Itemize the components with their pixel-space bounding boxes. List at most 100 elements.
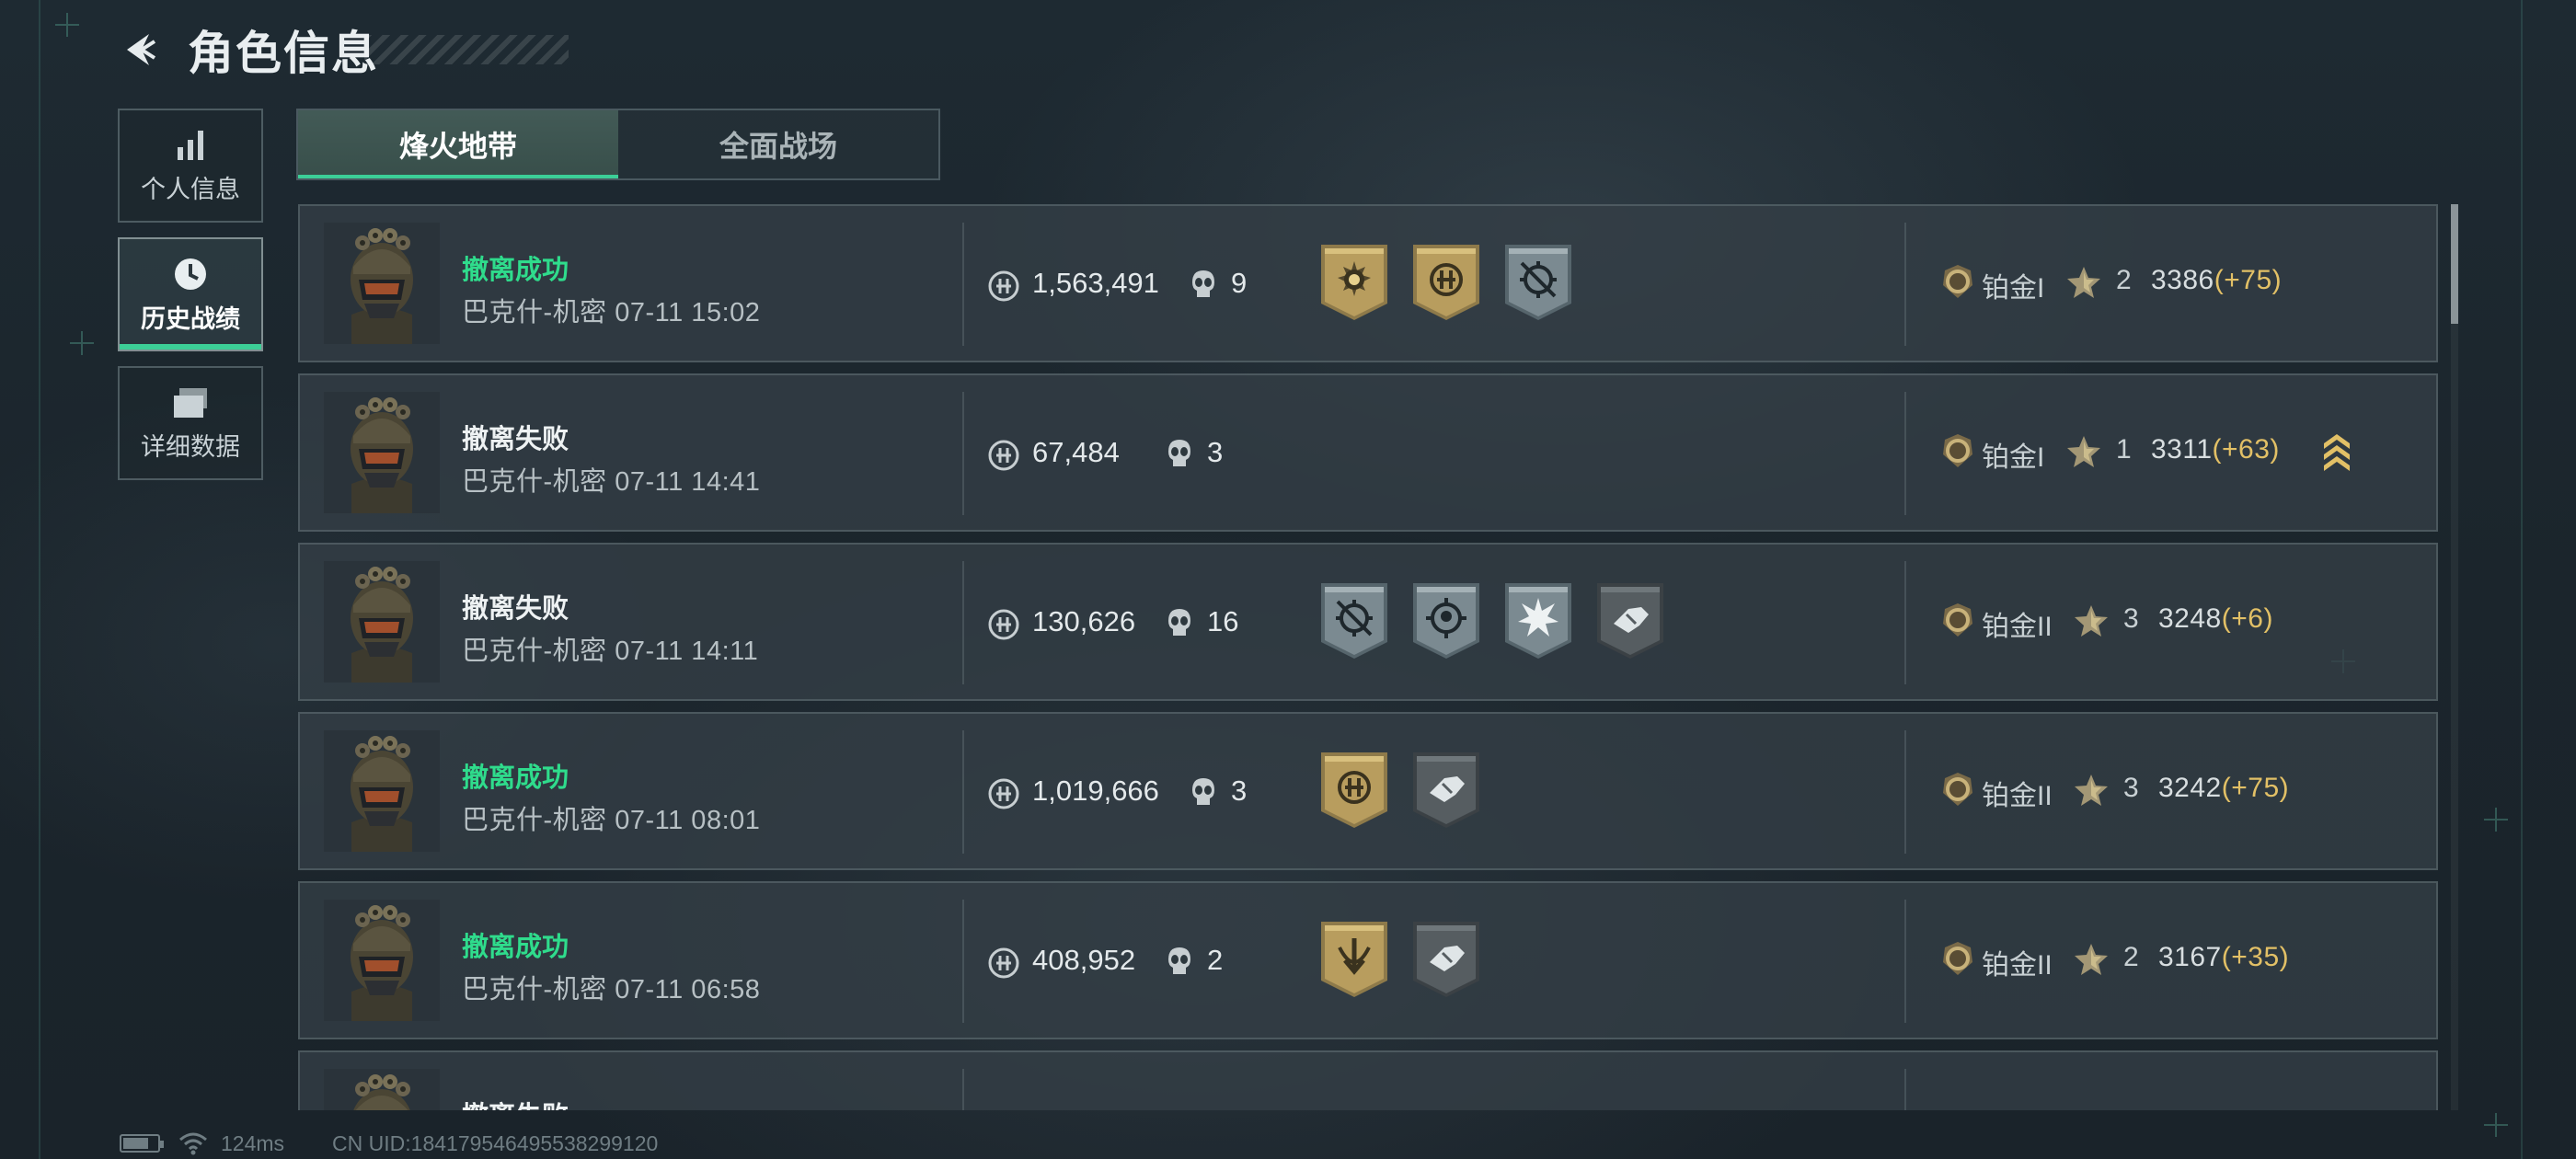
tab-beacon-zone[interactable]: 烽火地带 — [298, 110, 618, 178]
loot-value: 1,563,491 — [1032, 267, 1159, 299]
kill-count: 3 — [1207, 436, 1224, 468]
kill-count: 3 — [1231, 775, 1248, 807]
kill-count: 9 — [1231, 267, 1248, 299]
skull-icon — [1167, 607, 1192, 638]
divider — [1904, 900, 1906, 1023]
tab-full-battlefield[interactable]: 全面战场 — [618, 110, 938, 178]
status-footer: 124ms CN UID:18417954649553829912​0 — [120, 1130, 658, 1157]
map-name: 巴克什-机密 — [462, 975, 607, 1004]
star-count: 2 — [2123, 942, 2139, 972]
nav-item-profile[interactable]: 个人信息 — [118, 109, 263, 223]
score-delta: (+75) — [2221, 773, 2290, 803]
coin-icon — [988, 609, 1019, 640]
divider — [1904, 1069, 1906, 1110]
match-row[interactable]: 撤离成功 巴克什-机密 07-11 08:01 1,019,666 3 铂金II… — [298, 712, 2438, 870]
back-arrow-icon[interactable] — [118, 29, 160, 71]
nav-item-history[interactable]: 历史战绩 — [118, 237, 263, 351]
loot-value: 130,626 — [1032, 605, 1136, 637]
operator-avatar — [324, 223, 440, 344]
title-decoration — [364, 35, 569, 64]
hand-badge-icon[interactable] — [1595, 581, 1665, 660]
sun-badge-icon[interactable] — [1319, 243, 1389, 322]
rank-score: 3311(+63) — [2151, 434, 2280, 465]
rank-icon — [1939, 771, 1976, 808]
wifi-icon — [179, 1132, 207, 1155]
score-value: 3311 — [2151, 434, 2213, 465]
nav-item-details[interactable]: 详细数据 — [118, 366, 263, 480]
rank-score: 3386(+75) — [2151, 265, 2282, 296]
operator-avatar — [324, 561, 440, 683]
score-value: 3386 — [2151, 265, 2214, 295]
match-history-list[interactable]: 撤离成功 巴克什-机密 07-11 15:02 1,563,491 9 铂金I … — [298, 204, 2438, 1110]
match-row[interactable]: 撤离失败 — [298, 1050, 2438, 1110]
extraction-status: 撤离成功 — [462, 256, 569, 285]
bar-chart-icon — [172, 127, 209, 164]
match-row[interactable]: 撤离失败 巴克什-机密 07-11 14:41 67,484 3 铂金I 1 3… — [298, 373, 2438, 532]
list-scrollbar[interactable] — [2451, 204, 2458, 1110]
match-row[interactable]: 撤离失败 巴克什-机密 07-11 14:11 130,626 16 铂金II … — [298, 543, 2438, 701]
rank-icon — [1939, 432, 1976, 469]
nav-label: 历史战绩 — [141, 304, 240, 333]
coin-icon — [988, 440, 1019, 471]
extraction-status: 撤离失败 — [462, 425, 569, 454]
rank-label: 铂金I — [1982, 273, 2045, 304]
decor-crosshair — [70, 331, 94, 355]
rank-icon — [1939, 602, 1976, 638]
crosshair-badge-icon[interactable] — [1319, 581, 1389, 660]
folders-icon — [170, 384, 211, 421]
ping-latency: 124ms — [221, 1130, 285, 1155]
loot-value: 1,019,666 — [1032, 775, 1159, 807]
hand-badge-icon[interactable] — [1411, 920, 1481, 999]
map-name: 巴克什-机密 — [462, 298, 607, 327]
score-delta: (+75) — [2214, 265, 2283, 295]
map-time: 巴克什-机密 07-11 14:11 — [462, 629, 758, 668]
match-row[interactable]: 撤离成功 巴克什-机密 07-11 06:58 408,952 2 铂金II 2… — [298, 881, 2438, 1039]
rank-label: 铂金II — [1982, 950, 2053, 981]
star-count: 3 — [2123, 603, 2139, 634]
operator-avatar — [324, 730, 440, 852]
match-row[interactable]: 撤离成功 巴克什-机密 07-11 15:02 1,563,491 9 铂金I … — [298, 204, 2438, 362]
page-header: 角色信息 — [118, 22, 569, 79]
skull-icon — [1190, 269, 1216, 300]
battery-level — [123, 1138, 148, 1149]
scroll-thumb[interactable] — [2451, 204, 2458, 324]
nav-label: 详细数据 — [141, 432, 240, 461]
divider — [962, 392, 964, 515]
burst-badge-icon[interactable] — [1503, 581, 1573, 660]
rank-label: 铂金II — [1982, 781, 2053, 811]
rank-icon — [1939, 263, 1976, 300]
loot-value: 408,952 — [1032, 944, 1136, 976]
nav-label: 个人信息 — [141, 175, 240, 203]
star-count: 2 — [2116, 265, 2132, 295]
rank-label: 铂金I — [1982, 442, 2045, 473]
arrow-badge-icon[interactable] — [1319, 920, 1389, 999]
star-icon — [2066, 265, 2101, 300]
operator-avatar — [324, 1069, 440, 1110]
page-title: 角色信息 — [188, 28, 379, 79]
star-icon — [2074, 773, 2109, 808]
kill-count: 16 — [1207, 605, 1239, 637]
map-time: 巴克什-机密 07-11 06:58 — [462, 968, 760, 1006]
decor-crosshair — [2484, 1113, 2508, 1137]
divider — [962, 561, 964, 684]
score-value: 3167 — [2158, 942, 2222, 972]
coin-icon — [988, 270, 1019, 302]
star-icon — [2066, 434, 2101, 469]
skull-icon — [1190, 776, 1216, 808]
target-badge-icon[interactable] — [1411, 581, 1481, 660]
hand-badge-icon[interactable] — [1411, 751, 1481, 830]
divider — [1904, 392, 1906, 515]
match-time: 07-11 15:02 — [615, 298, 761, 327]
score-value: 3248 — [2158, 603, 2222, 634]
map-time: 巴克什-机密 07-11 08:01 — [462, 798, 760, 837]
crosshair-badge-icon[interactable] — [1503, 243, 1573, 322]
badge-list — [1319, 581, 1665, 660]
score-delta: (+63) — [2212, 434, 2280, 465]
loot-value: 67,484 — [1032, 436, 1120, 468]
match-time: 07-11 06:58 — [615, 975, 761, 1004]
coin-badge-icon[interactable] — [1411, 243, 1481, 322]
extraction-status: 撤离成功 — [462, 933, 569, 962]
kill-count: 2 — [1207, 944, 1224, 976]
coin-badge-icon[interactable] — [1319, 751, 1389, 830]
divider — [962, 223, 964, 346]
